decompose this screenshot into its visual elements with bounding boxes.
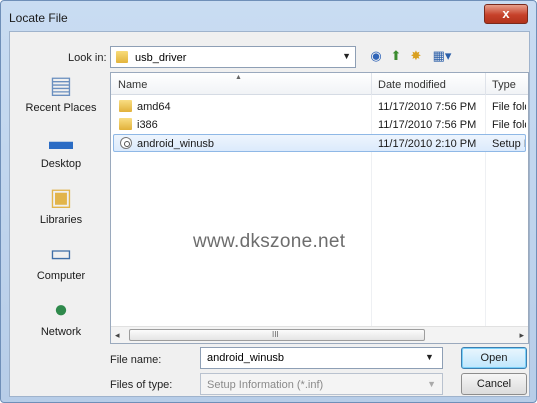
file-name: i386	[137, 119, 158, 131]
file-date: 11/17/2010 7:56 PM	[378, 101, 477, 113]
column-header-name[interactable]: Name	[118, 79, 147, 91]
open-button[interactable]: Open	[461, 347, 527, 369]
place-recent-places[interactable]: ▤ Recent Places	[16, 72, 106, 114]
look-in-label: Look in:	[68, 52, 107, 64]
desktop-icon: ▬	[49, 128, 73, 155]
file-type-dropdown[interactable]: Setup Information (*.inf) ▼	[200, 373, 443, 395]
place-label: Recent Places	[25, 102, 97, 114]
place-label: Libraries	[39, 214, 83, 226]
scroll-thumb[interactable]: III	[129, 329, 425, 341]
views-menu-icon[interactable]: ▦▾	[428, 48, 456, 64]
recent-places-icon: ▤	[49, 72, 73, 99]
place-computer[interactable]: ▭ Computer	[16, 240, 106, 282]
folder-icon	[119, 100, 132, 112]
file-list[interactable]: Name ▲ Date modified Type amd64 11/17/20…	[110, 72, 529, 344]
file-name: amd64	[137, 101, 171, 113]
file-date: 11/17/2010 7:56 PM	[378, 119, 477, 131]
place-label: Network	[40, 326, 82, 338]
network-icon: ●	[53, 296, 69, 323]
libraries-icon: ▣	[49, 184, 73, 211]
place-libraries[interactable]: ▣ Libraries	[16, 184, 106, 226]
cancel-button[interactable]: Cancel	[461, 373, 527, 395]
back-icon[interactable]: ◉	[368, 48, 384, 64]
file-type: Setup Infc	[492, 138, 525, 150]
watermark-text: www.dkszone.net	[193, 231, 346, 252]
file-name-label: File name:	[110, 354, 162, 366]
file-type-value: Setup Information (*.inf)	[207, 379, 324, 391]
scroll-left-icon[interactable]: ◂	[115, 330, 120, 341]
file-name-field[interactable]	[200, 347, 443, 369]
dialog-body: Look in: usb_driver ▼ ◉ ⬆ ✸ ▦▾ ▤ Recent …	[9, 31, 530, 397]
sort-ascending-icon: ▲	[235, 74, 242, 81]
column-divider[interactable]	[371, 73, 372, 95]
dialog-title: Locate File	[9, 11, 68, 25]
chevron-down-icon: ▼	[427, 379, 436, 389]
file-type: File folder	[492, 101, 526, 113]
chevron-down-icon[interactable]: ▼	[425, 352, 434, 362]
list-item-selected[interactable]: android_winusb 11/17/2010 2:10 PM Setup …	[113, 134, 526, 152]
title-bar: Locate File x	[1, 1, 536, 31]
new-folder-icon[interactable]: ✸	[408, 48, 424, 64]
close-icon: x	[502, 6, 510, 21]
locate-file-dialog: Locate File x Look in: usb_driver ▼ ◉ ⬆ …	[0, 0, 537, 403]
column-divider[interactable]	[485, 73, 486, 95]
setup-file-icon	[120, 137, 132, 149]
place-label: Computer	[36, 270, 86, 282]
scroll-right-icon[interactable]: ▸	[519, 330, 524, 341]
chevron-down-icon: ▼	[342, 51, 351, 61]
list-item[interactable]: i386 11/17/2010 7:56 PM File folder	[113, 116, 526, 134]
place-desktop[interactable]: ▬ Desktop	[16, 128, 106, 170]
list-item[interactable]: amd64 11/17/2010 7:56 PM File folder	[113, 98, 526, 116]
horizontal-scrollbar[interactable]: ◂ III ▸	[111, 326, 528, 343]
computer-icon: ▭	[49, 240, 73, 267]
file-type-label: Files of type:	[110, 379, 173, 391]
scroll-grip: III	[272, 330, 279, 339]
places-bar: ▤ Recent Places ▬ Desktop ▣ Libraries ▭ …	[16, 72, 106, 352]
folder-icon	[116, 51, 128, 63]
column-header-type[interactable]: Type	[492, 79, 516, 91]
list-header: Name ▲ Date modified Type	[111, 73, 528, 95]
file-date: 11/17/2010 2:10 PM	[378, 138, 477, 150]
place-network[interactable]: ● Network	[16, 296, 106, 338]
file-name: android_winusb	[137, 138, 215, 150]
file-type: File folder	[492, 119, 526, 131]
close-button[interactable]: x	[484, 4, 528, 24]
look-in-value: usb_driver	[135, 52, 187, 64]
folder-icon	[119, 118, 132, 130]
up-folder-icon[interactable]: ⬆	[388, 48, 404, 64]
look-in-dropdown[interactable]: usb_driver ▼	[110, 46, 356, 68]
place-label: Desktop	[40, 158, 82, 170]
column-header-date-modified[interactable]: Date modified	[378, 79, 446, 91]
